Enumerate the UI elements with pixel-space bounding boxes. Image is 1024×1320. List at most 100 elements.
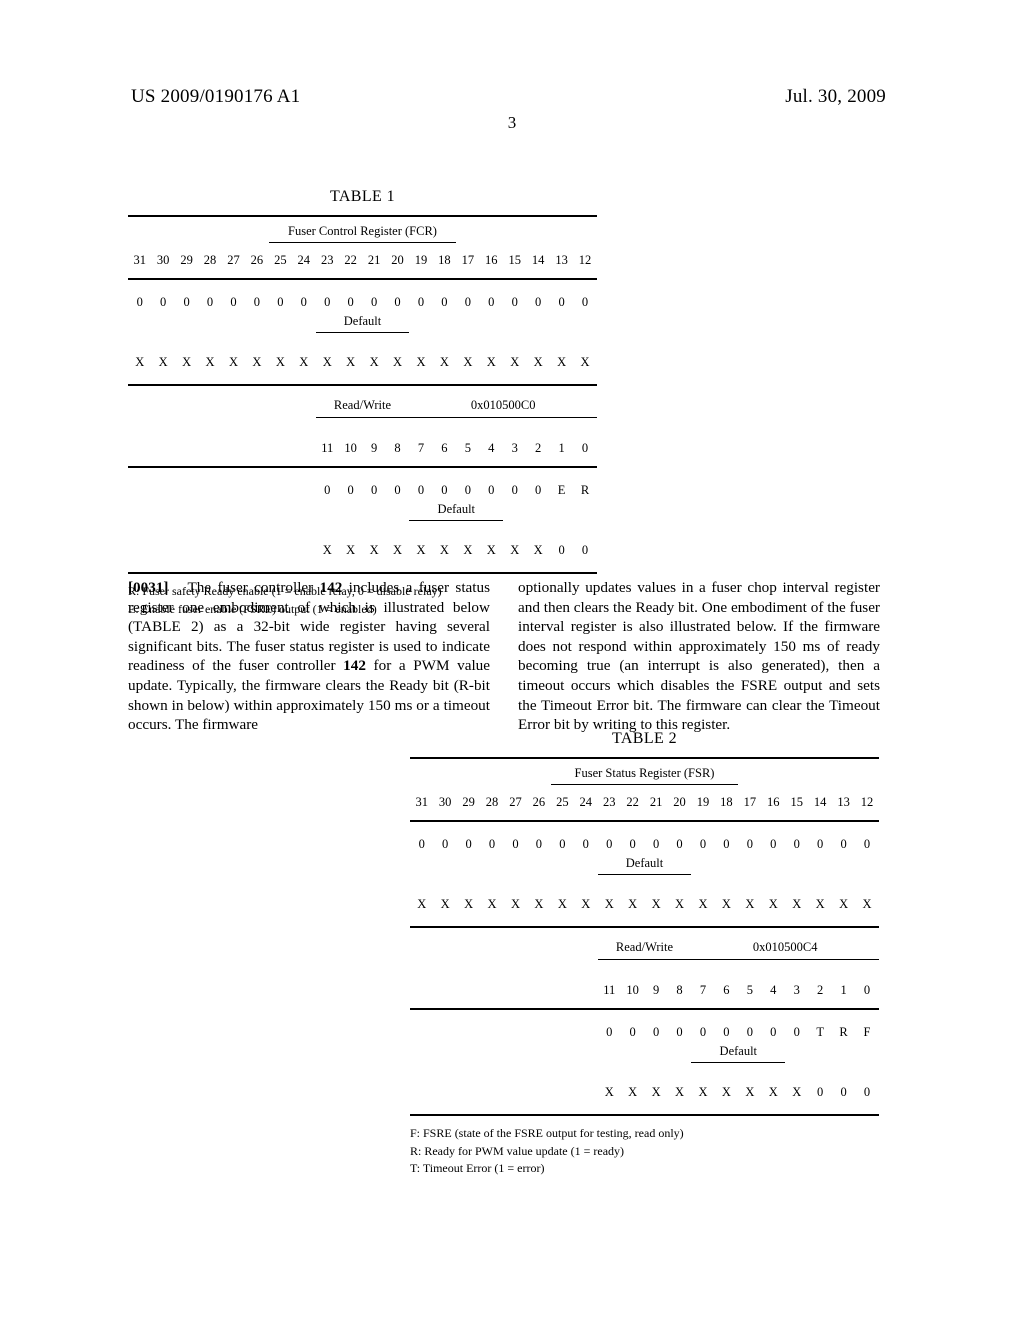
table-1-low-bit-1: 10 <box>344 440 357 455</box>
table-1-high-default-13: 0 <box>441 294 448 309</box>
table-1-high-access-7: X <box>299 354 309 369</box>
table-2-high-access-15: X <box>768 896 778 911</box>
table-1-low-default-label-row: Default <box>128 502 597 524</box>
table-1-high-default-11: 0 <box>394 294 401 309</box>
table-2-low-access-5: X <box>721 1084 731 1099</box>
table-2-high-default-values: 0 0 0 0 0 0 0 0 0 0 0 0 0 0 0 0 0 0 0 0 <box>410 832 879 856</box>
table-2-low-default-4: 0 <box>699 1024 707 1039</box>
table-2-low-default-5: 0 <box>723 1024 730 1039</box>
table-2-low-access-4: X <box>698 1084 708 1099</box>
table-1-high-bit-11: 20 <box>391 252 404 267</box>
table-2-high-bit-19: 12 <box>860 794 874 809</box>
device-reference: 142 <box>343 657 366 675</box>
table-2-low-default-11: F <box>863 1024 871 1039</box>
page-header: US 2009/0190176 A1 Jul. 30, 2009 <box>0 86 1024 112</box>
table-2-low-bit-10: 1 <box>840 982 847 997</box>
table-2-high-default-8: 0 <box>606 836 613 851</box>
table-2-high-bit-5: 26 <box>532 794 546 809</box>
table-1-low-default-6: 0 <box>464 482 471 497</box>
table-1-low-bit-3: 8 <box>394 440 401 455</box>
table-1-high-default-15: 0 <box>488 294 495 309</box>
table-1-low-access-2: X <box>369 542 379 557</box>
paragraph-number: [0031] <box>128 579 169 596</box>
table-1-high-default-8: 0 <box>324 294 331 309</box>
table-2-low-access-7: X <box>768 1084 778 1099</box>
table-2-low-default-2: 0 <box>652 1024 660 1039</box>
table-1-high-access-18: X <box>557 354 567 369</box>
table-1-high-bit-numbers: 31 30 29 28 27 26 25 24 23 22 21 20 19 18 17 16 15 14 13 12 <box>128 248 597 272</box>
table-1-low-default-3: 0 <box>394 482 401 497</box>
table-1-high-default-16: 0 <box>511 294 518 309</box>
table-1-low-default-8: 0 <box>511 482 518 497</box>
table-1-high-access-16: X <box>510 354 520 369</box>
table-1-low-bit-10: 1 <box>558 440 565 455</box>
table-2-low-access-11: 0 <box>863 1084 871 1099</box>
table-1-high-default-label: Default <box>315 314 410 333</box>
table-2-low-default-10: R <box>839 1024 848 1039</box>
table-2-high-default-14: 0 <box>746 836 753 851</box>
table-2-meta-row: Read/Write 0x010500C4 <box>410 940 879 966</box>
table-2-high-bit-0: 31 <box>415 794 428 809</box>
table-2-high-default-3: 0 <box>488 836 496 851</box>
table-1-low-bit-7: 4 <box>488 440 495 455</box>
table-1-high-access-1: X <box>158 354 168 369</box>
table-1-high-bit-17: 14 <box>531 252 545 267</box>
paragraph-0031-left-column: [0031] The fuser controller 142 includes… <box>128 578 490 735</box>
table-1-low-access-4: X <box>416 542 426 557</box>
table-2-high-access-3: X <box>487 896 497 911</box>
table-1-low-access-0: X <box>322 542 332 557</box>
table-2-low-bit-7: 4 <box>770 982 777 997</box>
table-1-high-access-11: X <box>393 354 403 369</box>
table-2-high-default-4: 0 <box>512 836 519 851</box>
table-2-high-default-label-row: Default <box>410 856 879 878</box>
table-1-high-bit-9: 22 <box>344 252 357 267</box>
table-1-low-access-10: 0 <box>558 542 565 557</box>
table-1-high-access-6: X <box>275 354 285 369</box>
table-1-bottom-rule <box>128 572 597 574</box>
table-2-high-access-11: X <box>675 896 685 911</box>
table-2-low-default-label-row: Default <box>410 1044 879 1066</box>
table-2-high-access-16: X <box>792 896 802 911</box>
table-1-low-bit-8: 3 <box>511 440 518 455</box>
table-2-footnote-0: F: FSRE (state of the FSRE output for te… <box>410 1126 684 1140</box>
table-1-access-label: Read/Write <box>315 398 410 418</box>
table-1-register-title-row: Fuser Control Register (FCR) <box>128 217 597 248</box>
table-2-high-access-5: X <box>534 896 544 911</box>
table-2-high-bit-15: 16 <box>767 794 780 809</box>
table-2-low-bit-9: 2 <box>817 982 824 997</box>
table-2-high-access-19: X <box>862 896 872 911</box>
table-1-high-default-9: 0 <box>347 294 354 309</box>
table-2-high-default-12: 0 <box>699 836 707 851</box>
table-1-low-access-3: X <box>393 542 403 557</box>
table-1-high-bit-14: 17 <box>461 252 475 267</box>
table-2-low-access-10: 0 <box>840 1084 847 1099</box>
table-1-high-default-6: 0 <box>277 294 284 309</box>
table-2-high-bit-6: 25 <box>556 794 569 809</box>
table-1-high-bit-12: 19 <box>414 252 428 267</box>
table-1-high-access-3: X <box>205 354 215 369</box>
table-2-high-bit-4: 27 <box>509 794 522 809</box>
publication-number: US 2009/0190176 A1 <box>131 86 301 107</box>
table-2-high-bit-1: 30 <box>438 794 452 809</box>
table-2-high-default-17: 0 <box>817 836 824 851</box>
table-1-high-access-17: X <box>533 354 543 369</box>
table-1-high-default-19: 0 <box>581 294 589 309</box>
table-2-high-default-2: 0 <box>465 836 472 851</box>
table-1-high-bit-0: 31 <box>133 252 146 267</box>
table-1-high-default-10: 0 <box>370 294 378 309</box>
table-2-high-default-1: 0 <box>442 836 449 851</box>
table-2-low-bit-numbers: 11 10 9 8 7 6 5 4 3 2 1 0 <box>410 978 879 1002</box>
table-1-high-access-14: X <box>463 354 473 369</box>
table-2-high-bit-17: 14 <box>813 794 827 809</box>
table-1-high-default-12: 0 <box>417 294 425 309</box>
table-2-high-access-7: X <box>581 896 591 911</box>
table-2-low-default-0: 0 <box>606 1024 613 1039</box>
table-2-high-bit-3: 28 <box>485 794 499 809</box>
table-1-low-bit-2: 9 <box>370 440 378 455</box>
table-2-low-bit-3: 8 <box>676 982 683 997</box>
table-2-low-access-3: X <box>675 1084 685 1099</box>
table-2-low-access-9: 0 <box>817 1084 824 1099</box>
table-2-bottom-rule <box>410 1114 879 1116</box>
table-1-high-bit-3: 28 <box>203 252 217 267</box>
table-1-high-bit-18: 13 <box>555 252 568 267</box>
